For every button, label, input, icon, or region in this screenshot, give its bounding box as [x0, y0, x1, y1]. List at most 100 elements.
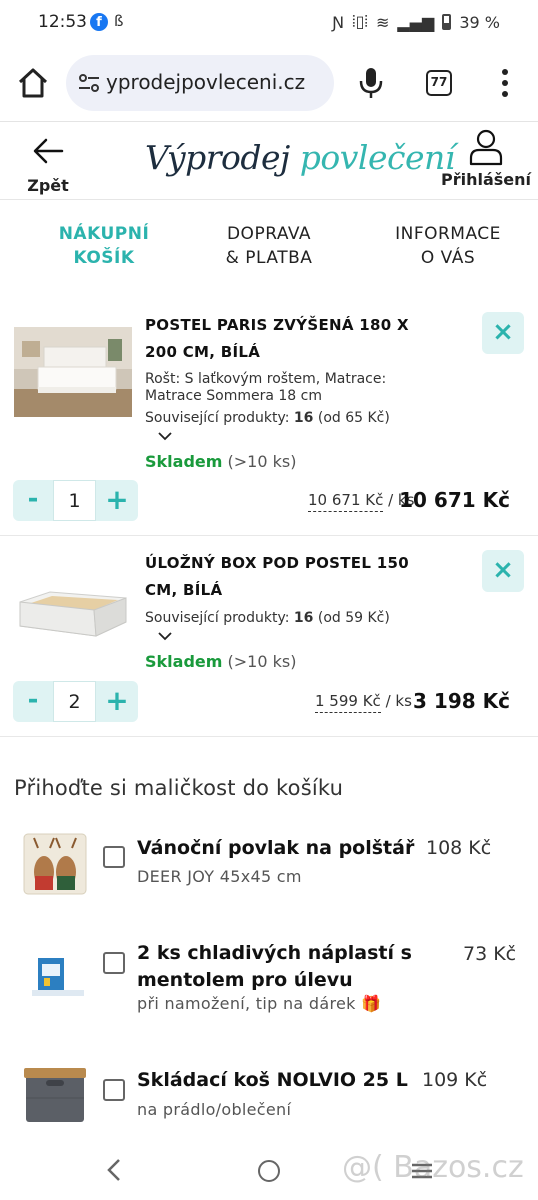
microphone-icon[interactable] [356, 66, 386, 100]
battery-icon [442, 14, 452, 30]
quantity-input[interactable]: 2 [53, 681, 96, 722]
addon-price: 108 Kč [426, 837, 492, 859]
quantity-stepper: - 2 + [13, 681, 138, 722]
related-products-toggle[interactable]: Související produkty: 16 (od 59 Kč) [145, 610, 390, 626]
addon-description: na prádlo/oblečení [137, 1100, 292, 1119]
decrease-quantity-button[interactable]: - [13, 480, 53, 521]
addon-price: 109 Kč [422, 1069, 488, 1091]
logo-part1: Výprodej [145, 138, 290, 177]
divider [0, 736, 538, 737]
product-image-storage-box[interactable] [14, 580, 132, 660]
related-count: 16 [293, 610, 314, 626]
product-title-line2: CM, BÍLÁ [145, 581, 223, 599]
related-prefix: Související produkty: [145, 610, 294, 626]
remove-item-button[interactable]: × [482, 550, 524, 592]
status-bar: 12:53 f ß Ɲ ⦙▯⦙ ≋ ▂▄▆ 39 % [0, 0, 538, 44]
increase-quantity-button[interactable]: + [96, 480, 138, 521]
nav-home-icon[interactable] [258, 1160, 280, 1182]
facebook-notification-icon: f [90, 13, 108, 31]
more-menu-icon[interactable] [500, 68, 510, 98]
cart-item: POSTEL PARIS ZVÝŠENÁ 180 X 200 CM, BÍLÁ … [0, 300, 538, 536]
addon-checkbox[interactable] [103, 846, 125, 868]
step-cart-line1: NÁKUPNÍ [58, 224, 150, 244]
unit-price: 1 599 Kč / ks [315, 692, 412, 713]
step-info[interactable]: INFORMACE O VÁS [372, 222, 524, 270]
checkout-steps: NÁKUPNÍ KOŠÍK DOPRAVA & PLATBA INFORMACE… [0, 222, 538, 278]
close-icon: × [492, 317, 514, 347]
product-variant-line1: Rošt: S laťkovým roštem, Matrace: [145, 371, 387, 387]
url-text: yprodejpovleceni.cz [106, 70, 306, 94]
addon-name-line1: Skládací koš NOLVIO 25 L [137, 1069, 408, 1091]
related-suffix: (od 65 Kč) [313, 410, 390, 426]
product-variant: Rošt: S laťkovým roštem, Matrace: Matrac… [145, 371, 435, 405]
user-icon [469, 129, 503, 166]
product-variant-line2: Matrace Sommera 18 cm [145, 388, 322, 404]
login-button[interactable]: Přihlášení [438, 128, 534, 194]
logo-part2: povlečení [299, 138, 456, 177]
line-total: 3 198 Kč [413, 689, 510, 713]
watermark: @( Bazos.cz [342, 1150, 524, 1185]
site-header: Zpět Výprodej povlečení Přihlášení [0, 122, 538, 200]
app-notification-icon: ß [114, 12, 124, 30]
step-shipping[interactable]: DOPRAVA & PLATBA [196, 222, 342, 270]
addon-price: 73 Kč [463, 943, 517, 965]
nfc-icon: Ɲ [332, 12, 345, 32]
unit-price-value: 10 671 Kč [308, 491, 384, 512]
addon-name-line1: 2 ks chladivých náplastí s [137, 942, 412, 964]
product-title-line1: POSTEL PARIS ZVÝŠENÁ 180 X [145, 316, 409, 334]
tab-switcher-button[interactable]: 77 [426, 70, 452, 96]
chevron-down-icon[interactable] [157, 431, 173, 441]
product-title-line1: ÚLOŽNÝ BOX POD POSTEL 150 [145, 554, 409, 572]
decrease-quantity-button[interactable]: - [13, 681, 53, 722]
site-logo[interactable]: Výprodej povlečení [145, 138, 455, 177]
stock-label: Skladem [145, 452, 223, 471]
nav-back-icon[interactable] [104, 1158, 124, 1182]
status-time: 12:53 [38, 12, 87, 32]
stock-extra: (>10 ks) [227, 652, 297, 671]
login-label: Přihlášení [440, 170, 532, 189]
addon-name[interactable]: Skládací koš NOLVIO 25 L [137, 1067, 408, 1094]
addons-heading: Přihoďte si maličkost do košíku [14, 776, 344, 800]
addon-image-basket[interactable] [22, 1062, 88, 1126]
quantity-input[interactable]: 1 [53, 480, 96, 521]
wifi-icon: ≋ [376, 12, 390, 32]
related-prefix: Související produkty: [145, 410, 294, 426]
chevron-down-icon[interactable] [157, 631, 173, 641]
stock-status: Skladem (>10 ks) [145, 452, 296, 471]
product-image-bed[interactable] [14, 327, 132, 417]
step-cart[interactable]: NÁKUPNÍ KOŠÍK [28, 222, 180, 270]
addon-name[interactable]: 2 ks chladivých náplastí s mentolem pro … [137, 940, 412, 994]
addon-name-line1: Vánoční povlak na polštář [137, 837, 415, 859]
stock-status: Skladem (>10 ks) [145, 652, 296, 671]
addon-image-patches[interactable] [20, 950, 90, 1012]
addon-name[interactable]: Vánoční povlak na polštář [137, 835, 414, 862]
step-shipping-line2: & PLATBA [225, 248, 313, 268]
close-icon: × [492, 555, 514, 585]
remove-item-button[interactable]: × [482, 312, 524, 354]
product-title-line2: 200 CM, BÍLÁ [145, 343, 261, 361]
addon-checkbox[interactable] [103, 1079, 125, 1101]
increase-quantity-button[interactable]: + [96, 681, 138, 722]
addon-image-pillow[interactable] [20, 830, 90, 898]
cart-item: ÚLOŽNÝ BOX POD POSTEL 150 CM, BÍLÁ Souvi… [0, 536, 538, 738]
related-suffix: (od 59 Kč) [313, 610, 390, 626]
arrow-left-icon [33, 138, 64, 164]
address-bar[interactable]: yprodejpovleceni.cz [66, 55, 334, 111]
status-icons: Ɲ ⦙▯⦙ ≋ ▂▄▆ 39 % [332, 12, 500, 32]
product-title[interactable]: ÚLOŽNÝ BOX POD POSTEL 150 CM, BÍLÁ [145, 550, 445, 604]
stock-label: Skladem [145, 652, 223, 671]
step-info-line2: O VÁS [420, 248, 476, 268]
product-title[interactable]: POSTEL PARIS ZVÝŠENÁ 180 X 200 CM, BÍLÁ [145, 312, 445, 366]
browser-toolbar: yprodejpovleceni.cz 77 [0, 44, 538, 122]
back-button[interactable]: Zpět [24, 134, 74, 195]
step-cart-line2: KOŠÍK [73, 248, 135, 268]
step-shipping-line1: DOPRAVA [226, 224, 312, 244]
addon-description: při namožení, tip na dárek 🎁 [137, 994, 382, 1013]
site-settings-icon[interactable] [78, 73, 100, 93]
back-label: Zpět [27, 176, 69, 195]
addon-checkbox[interactable] [103, 952, 125, 974]
signal-icon: ▂▄▆ [397, 12, 435, 32]
related-products-toggle[interactable]: Související produkty: 16 (od 65 Kč) [145, 410, 390, 426]
addon-description: DEER JOY 45x45 cm [137, 867, 302, 886]
home-icon[interactable] [16, 66, 50, 100]
